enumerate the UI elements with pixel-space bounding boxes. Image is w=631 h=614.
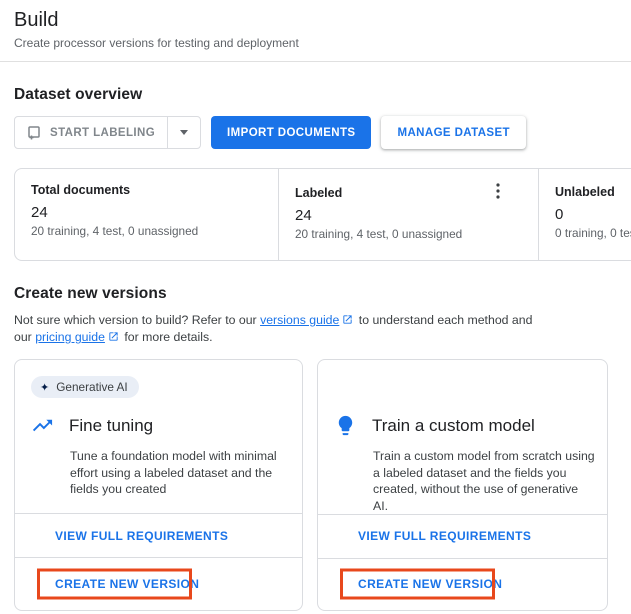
fine-tuning-title-row: Fine tuning — [31, 414, 288, 437]
stat-detail: 20 training, 4 test, 0 unassigned — [295, 227, 538, 241]
stat-detail: 20 training, 4 test, 0 unassigned — [31, 224, 278, 238]
badge-spacer — [334, 376, 593, 398]
requirements-row: VIEW FULL REQUIREMENTS — [15, 513, 302, 557]
start-labeling-button[interactable]: START LABELING — [15, 117, 167, 148]
sparkle-icon: ✦ — [40, 381, 49, 394]
card-description: Train a custom model from scratch using … — [373, 448, 595, 514]
intro-text: to understand each method and — [355, 313, 532, 327]
select-box-plus-icon — [26, 125, 42, 141]
page-subtitle: Create processor versions for testing an… — [14, 36, 615, 50]
dataset-toolbar: START LABELING IMPORT DOCUMENTS MANAGE D… — [14, 116, 631, 149]
dataset-stats-card: Total documents 24 20 training, 4 test, … — [14, 168, 631, 261]
create-versions-heading: Create new versions — [14, 285, 631, 303]
lightbulb-icon — [334, 414, 357, 437]
pricing-guide-link[interactable]: pricing guide — [35, 330, 105, 344]
start-labeling-label: START LABELING — [50, 127, 155, 139]
create-version-row: CREATE NEW VERSION — [318, 558, 607, 610]
versions-guide-link[interactable]: versions guide — [260, 313, 339, 327]
open-in-new-icon — [108, 331, 119, 342]
create-new-version-link[interactable]: CREATE NEW VERSION — [358, 577, 502, 591]
create-new-version-link[interactable]: CREATE NEW VERSION — [55, 577, 199, 591]
vertical-ellipsis-icon — [496, 183, 500, 199]
caret-down-icon — [180, 130, 188, 135]
badge-label: Generative AI — [56, 380, 127, 394]
stat-unlabeled: Unlabeled 0 0 training, 0 test, — [538, 169, 631, 260]
intro-line-2: our pricing guide for more details. — [14, 329, 631, 346]
page-title: Build — [14, 7, 615, 33]
custom-model-card-body: Train a custom model Train a custom mode… — [318, 360, 607, 514]
stat-value: 24 — [295, 207, 538, 224]
stat-label: Unlabeled — [555, 185, 631, 199]
create-versions-intro: Not sure which version to build? Refer t… — [14, 312, 631, 346]
fine-tuning-card: ✦ Generative AI Fine tuning Tune a found… — [14, 359, 303, 611]
intro-text: our — [14, 330, 35, 344]
trending-up-icon — [31, 414, 54, 437]
dataset-overview-heading: Dataset overview — [14, 86, 631, 104]
manage-dataset-button[interactable]: MANAGE DATASET — [381, 116, 526, 149]
view-full-requirements-link[interactable]: VIEW FULL REQUIREMENTS — [55, 529, 228, 543]
card-description: Tune a foundation model with minimal eff… — [70, 448, 292, 498]
stat-labeled: Labeled 24 20 training, 4 test, 0 unassi… — [278, 169, 538, 260]
stat-detail: 0 training, 0 test, — [555, 226, 631, 240]
stat-label: Total documents — [31, 183, 278, 197]
intro-line-1: Not sure which version to build? Refer t… — [14, 312, 631, 329]
intro-text: for more details. — [121, 330, 213, 344]
start-labeling-split-button: START LABELING — [14, 116, 201, 149]
generative-ai-badge: ✦ Generative AI — [31, 376, 139, 398]
custom-model-title-row: Train a custom model — [334, 414, 593, 437]
card-title: Fine tuning — [69, 416, 153, 436]
stat-value: 24 — [31, 204, 278, 221]
view-full-requirements-link[interactable]: VIEW FULL REQUIREMENTS — [358, 529, 531, 543]
requirements-row: VIEW FULL REQUIREMENTS — [318, 514, 607, 558]
stat-total-documents: Total documents 24 20 training, 4 test, … — [15, 169, 278, 260]
page-header: Build Create processor versions for test… — [0, 0, 631, 62]
version-cards: ✦ Generative AI Fine tuning Tune a found… — [14, 359, 631, 611]
card-title: Train a custom model — [372, 416, 535, 436]
intro-text: Not sure which version to build? Refer t… — [14, 313, 260, 327]
custom-model-card: Train a custom model Train a custom mode… — [317, 359, 608, 611]
start-labeling-dropdown[interactable] — [167, 117, 200, 148]
stat-value: 0 — [555, 206, 631, 223]
fine-tuning-card-body: ✦ Generative AI Fine tuning Tune a found… — [15, 360, 302, 513]
open-in-new-icon — [342, 314, 353, 325]
import-documents-button[interactable]: IMPORT DOCUMENTS — [211, 116, 371, 149]
labeled-overflow-menu-button[interactable] — [494, 181, 502, 206]
create-version-row: CREATE NEW VERSION — [15, 557, 302, 610]
